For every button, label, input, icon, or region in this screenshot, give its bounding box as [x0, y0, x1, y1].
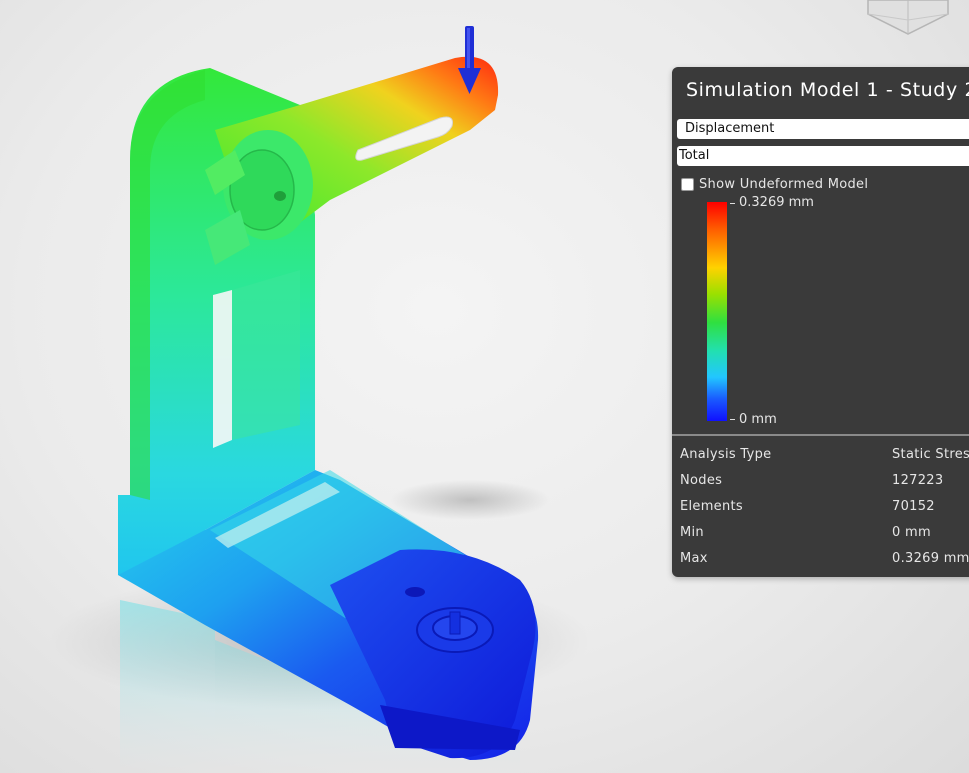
- component-select[interactable]: Total: [677, 146, 969, 166]
- stat-value: 0.3269 mm: [892, 551, 969, 566]
- stat-label: Elements: [680, 499, 743, 514]
- stat-label: Analysis Type: [680, 447, 772, 462]
- legend-min-label: 0 mm: [739, 412, 777, 427]
- legend-color-bar: [707, 202, 727, 421]
- stat-row-min: Min 0 mm: [680, 525, 969, 545]
- column-window: [213, 290, 232, 448]
- stat-label: Nodes: [680, 473, 723, 488]
- stat-value: 70152: [892, 499, 935, 514]
- show-undeformed-checkbox[interactable]: [681, 177, 694, 191]
- stat-row-analysis-type: Analysis Type Static Stres: [680, 447, 969, 467]
- result-type-select[interactable]: Displacement: [677, 119, 969, 139]
- stat-value: Static Stres: [892, 447, 969, 462]
- stat-label: Min: [680, 525, 704, 540]
- legend-max-tick: [730, 203, 735, 204]
- stat-row-nodes: Nodes 127223: [680, 473, 969, 493]
- legend-min-tick: [730, 419, 735, 420]
- legend-max-label: 0.3269 mm: [739, 195, 814, 210]
- show-undeformed-toggle[interactable]: Show Undeformed Model: [681, 175, 868, 193]
- viewcube-icon[interactable]: [862, 0, 954, 36]
- panel-title: Simulation Model 1 - Study 2 -: [686, 79, 969, 101]
- stat-row-elements: Elements 70152: [680, 499, 969, 519]
- stat-label: Max: [680, 551, 708, 566]
- stat-value: 127223: [892, 473, 944, 488]
- simulation-results-panel: Simulation Model 1 - Study 2 - Displacem…: [672, 67, 969, 577]
- panel-divider: [672, 434, 969, 436]
- stat-row-max: Max 0.3269 mm: [680, 551, 969, 571]
- show-undeformed-label: Show Undeformed Model: [699, 176, 869, 192]
- stat-value: 0 mm: [892, 525, 931, 540]
